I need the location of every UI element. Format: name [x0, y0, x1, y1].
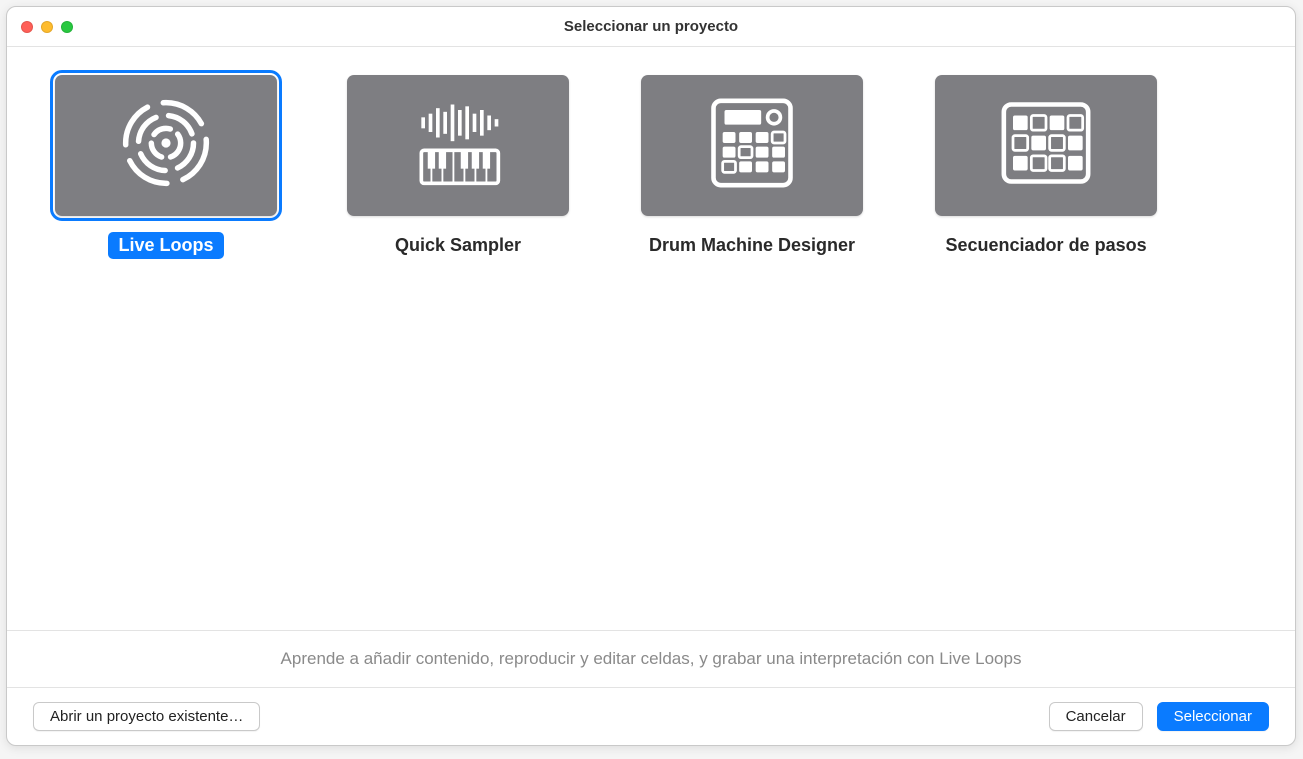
maximize-window-button[interactable] [61, 21, 73, 33]
step-sequencer-icon [986, 88, 1106, 203]
template-card-step-sequencer[interactable]: Secuenciador de pasos [935, 75, 1157, 602]
template-card-quick-sampler[interactable]: Quick Sampler [347, 75, 569, 602]
window-title: Seleccionar un proyecto [7, 18, 1295, 35]
template-card-drum-machine[interactable]: Drum Machine Designer [639, 75, 865, 602]
template-thumb [55, 75, 277, 216]
template-grid: Live Loops [7, 47, 1295, 630]
content-area: Live Loops [7, 47, 1295, 745]
template-thumb [935, 75, 1157, 216]
template-card-live-loops[interactable]: Live Loops [55, 75, 277, 602]
traffic-lights [21, 21, 73, 33]
live-loops-icon [106, 88, 226, 203]
template-label: Live Loops [108, 232, 223, 259]
template-description: Aprende a añadir contenido, reproducir y… [7, 630, 1295, 687]
minimize-window-button[interactable] [41, 21, 53, 33]
template-thumb [347, 75, 569, 216]
titlebar: Seleccionar un proyecto [7, 7, 1295, 47]
drum-machine-icon [692, 88, 812, 203]
template-label: Secuenciador de pasos [936, 232, 1157, 259]
cancel-button[interactable]: Cancelar [1049, 702, 1143, 731]
template-label: Drum Machine Designer [639, 232, 865, 259]
quick-sampler-icon [398, 88, 518, 203]
select-button[interactable]: Seleccionar [1157, 702, 1269, 731]
project-chooser-window: Seleccionar un proyecto Live Loops [6, 6, 1296, 746]
footer: Abrir un proyecto existente… Cancelar Se… [7, 687, 1295, 745]
footer-right-group: Cancelar Seleccionar [1049, 702, 1269, 731]
open-existing-button[interactable]: Abrir un proyecto existente… [33, 702, 260, 731]
template-label: Quick Sampler [385, 232, 531, 259]
close-window-button[interactable] [21, 21, 33, 33]
template-thumb [641, 75, 863, 216]
